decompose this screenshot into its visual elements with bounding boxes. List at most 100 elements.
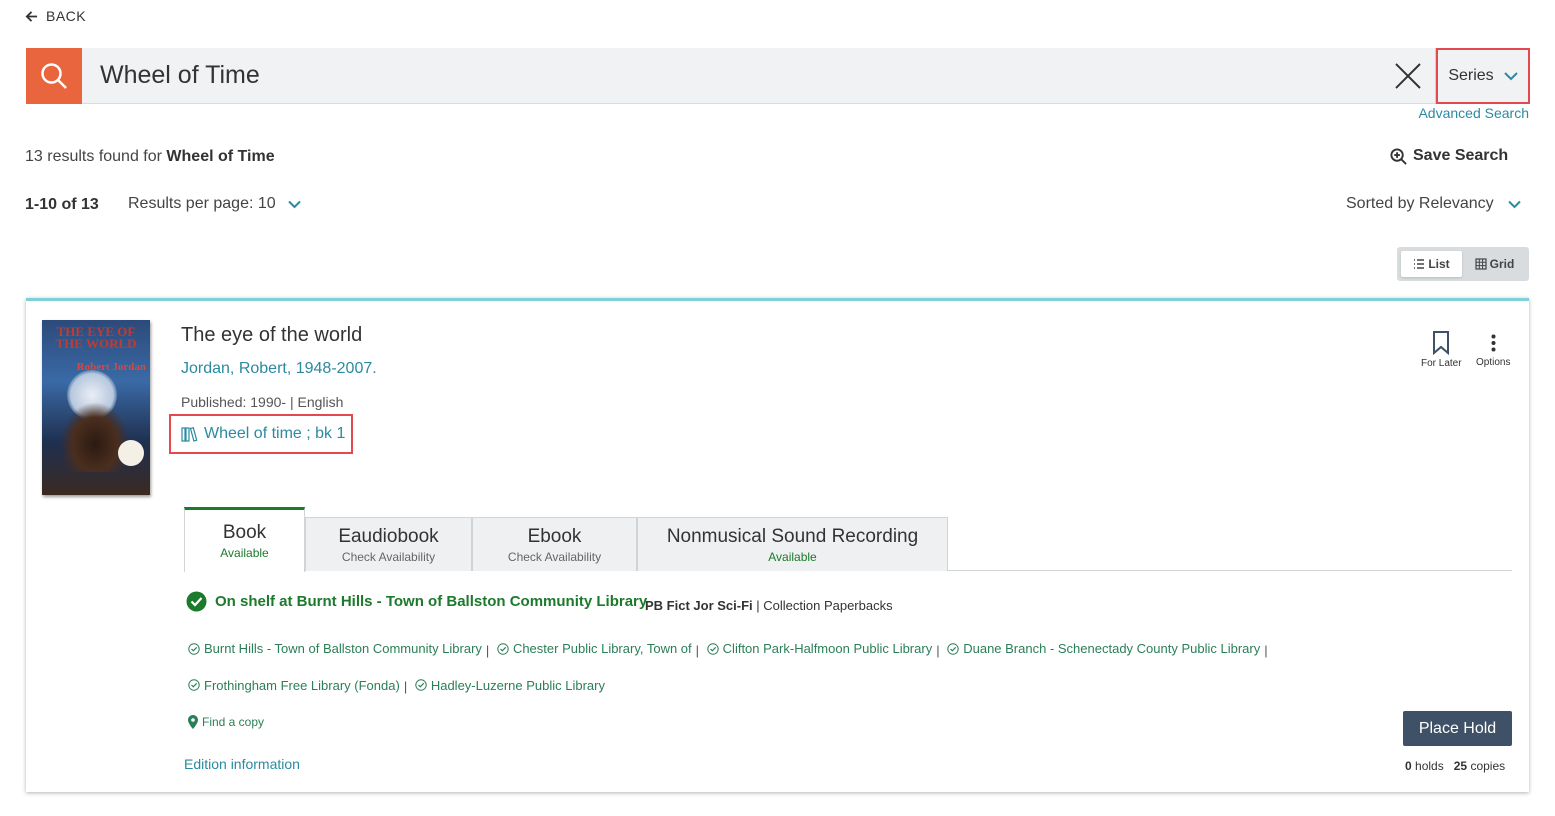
search-bar: Wheel of Time Series [26,48,1530,104]
tab-book[interactable]: Book Available [184,507,305,572]
options-label: Options [1476,357,1511,368]
tab-status: Available [768,549,817,564]
tab-label: Nonmusical Sound Recording [666,525,919,547]
library-item[interactable]: Frothingham Free Library (Fonda) [188,668,400,703]
copies-count: 25 [1453,759,1468,773]
library-name: Chester Public Library, Town of [512,641,692,656]
edition-information-link[interactable]: Edition information [184,756,300,772]
call-number-value: PB Fict Jor Sci-Fi [645,598,753,613]
results-count: 13 results found for Wheel of Time [25,148,275,166]
cover-title: THE EYE OF THE WORLD [55,324,137,351]
separator: | [1264,642,1268,658]
tab-label: Ebook [527,525,582,547]
cover-rider [60,402,130,472]
results-count-prefix: 13 results found for [25,148,162,165]
search-icon [41,63,67,89]
zoom-in-icon [1390,147,1407,165]
book-cover-image[interactable]: THE EYE OF THE WORLD Robert Jordan [42,320,150,495]
search-input[interactable]: Wheel of Time [82,48,1381,104]
more-vertical-icon [1491,334,1496,352]
check-circle-outline-icon [188,642,200,655]
view-list-label: List [1428,257,1450,271]
check-circle-icon [186,591,207,612]
tab-status: Check Availability [341,549,436,564]
close-icon [1395,62,1421,89]
library-item[interactable]: Chester Public Library, Town of [497,631,692,666]
tab-eaudiobook[interactable]: Eaudiobook Check Availability [305,517,472,571]
view-toggle: List Grid [1397,247,1529,281]
advanced-search-link[interactable]: Advanced Search [1418,105,1529,121]
library-item[interactable]: Burnt Hills - Town of Ballston Community… [188,631,482,666]
holds-label: holds [1415,759,1444,773]
library-item[interactable]: Hadley-Luzerne Public Library [415,668,605,703]
library-name: Duane Branch - Schenectady County Public… [963,641,1261,656]
collection-value: Collection Paperbacks [763,598,893,613]
for-later-button[interactable]: For Later [1421,331,1462,369]
view-grid-button[interactable]: Grid [1464,251,1525,277]
find-a-copy-label: Find a copy [202,715,265,729]
result-card: THE EYE OF THE WORLD Robert Jordan The e… [26,298,1529,792]
chevron-down-icon [287,200,301,208]
clear-search-button[interactable] [1381,48,1435,104]
chevron-down-icon [1507,200,1521,208]
check-circle-outline-icon [706,642,719,655]
tab-status: Available [220,546,269,560]
check-circle-outline-icon [497,642,509,655]
search-results-page: BACK Wheel of Time Series Advanced Searc… [0,0,1555,816]
books-icon [181,426,198,442]
per-page-label: Results per page: 10 [128,195,276,212]
search-scope-select[interactable]: Series [1436,48,1530,104]
arrow-left-icon [25,10,38,22]
shelf-status: On shelf at Burnt Hills - Town of Ballst… [186,591,647,612]
library-name: Clifton Park-Halfmoon Public Library [722,641,933,656]
tab-nonmusical-sound-recording[interactable]: Nonmusical Sound Recording Available [637,517,948,571]
search-scope-value: Series [1448,67,1494,84]
view-list-button[interactable]: List [1401,251,1462,277]
results-range: 1-10 of 13 [25,196,99,213]
back-label: BACK [46,8,87,24]
library-name: Burnt Hills - Town of Ballston Community… [204,641,482,656]
results-count-term: Wheel of Time [166,148,275,165]
sort-select[interactable]: Sorted by Relevancy [1346,195,1521,213]
check-circle-outline-icon [947,642,959,655]
library-item[interactable]: Clifton Park-Halfmoon Public Library [706,631,933,666]
cover-author: Robert Jordan [76,361,146,373]
call-number: PB Fict Jor Sci-Fi | Collection Paperbac… [645,598,893,613]
results-per-page-select[interactable]: Results per page: 10 [128,195,301,213]
options-button[interactable]: Options [1476,334,1510,368]
save-search-label: Save Search [1413,147,1509,164]
library-list: Burnt Hills - Town of Ballston Community… [188,631,1308,704]
separator: | [485,642,490,658]
separator: | [695,642,700,658]
series-link[interactable]: Wheel of time ; bk 1 [169,414,353,454]
bookmark-icon [1433,331,1450,355]
format-tabs: Book Available Eaudiobook Check Availabi… [184,507,1512,572]
search-button[interactable] [26,48,82,104]
tab-status: Check Availability [507,549,602,564]
save-search-button[interactable]: Save Search [1390,147,1508,165]
separator: | [936,642,940,658]
item-author-link[interactable]: Jordan, Robert, 1948-2007. [181,360,377,378]
back-link[interactable]: BACK [25,8,86,24]
chevron-down-icon [1503,72,1518,81]
list-icon [1414,259,1425,269]
for-later-label: For Later [1421,358,1462,369]
item-title[interactable]: The eye of the world [181,324,362,347]
copies-label: copies [1470,759,1506,773]
grid-icon [1475,258,1487,270]
separator: | [403,679,408,694]
holds-copies: 0 holds 25 copies [1405,759,1505,773]
series-label: Wheel of time ; bk 1 [204,425,346,442]
item-published: Published: 1990- | English [181,394,344,410]
shelf-status-text: On shelf at Burnt Hills - Town of Ballst… [215,593,648,610]
find-a-copy-link[interactable]: Find a copy [188,715,264,729]
place-hold-button[interactable]: Place Hold [1403,711,1512,746]
library-item[interactable]: Duane Branch - Schenectady County Public… [947,631,1260,666]
map-pin-icon [188,715,198,729]
cover-badge [118,440,144,466]
holds-count: 0 [1405,759,1412,773]
library-name: Hadley-Luzerne Public Library [430,677,605,693]
check-circle-outline-icon [415,679,427,691]
tab-ebook[interactable]: Ebook Check Availability [472,517,637,571]
library-name: Frothingham Free Library (Fonda) [204,677,400,693]
